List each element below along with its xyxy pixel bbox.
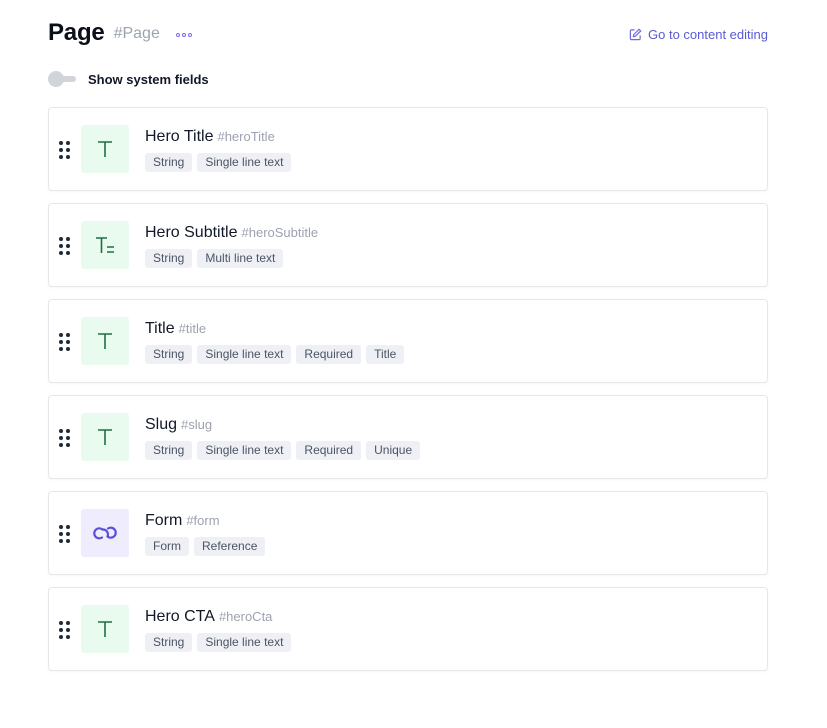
field-tag: String <box>145 441 193 460</box>
field-tags: Form Reference <box>145 537 266 556</box>
drag-handle-icon[interactable] <box>59 621 71 639</box>
field-tag: String <box>145 633 193 652</box>
field-card[interactable]: Form #form Form Reference <box>48 491 768 575</box>
edit-link-label: Go to content editing <box>648 26 768 42</box>
field-name: Title <box>145 320 175 337</box>
field-info: Form #form Form Reference <box>145 512 266 556</box>
link-icon <box>81 509 129 557</box>
field-name: Form <box>145 512 183 529</box>
field-info: Hero Title #heroTitle String Single line te… <box>145 128 292 172</box>
schema-page: Page #Page Go to content editing Show sy… <box>0 0 827 728</box>
field-api-id: #heroSubtitle <box>241 225 319 240</box>
more-horizontal-icon <box>175 32 180 37</box>
field-tag: Multi line text <box>197 249 284 268</box>
field-tag: Single line text <box>197 153 292 172</box>
drag-handle-icon[interactable] <box>59 429 71 447</box>
field-title-line: Hero Title #heroTitle <box>145 128 291 148</box>
field-tag: Form <box>145 537 189 556</box>
go-to-content-editing-link[interactable]: Go to content editing <box>629 27 768 42</box>
field-name: Hero Subtitle <box>145 224 238 241</box>
single-line-text-icon <box>81 413 129 461</box>
field-tag: String <box>145 345 193 364</box>
field-tags: String Single line text <box>145 633 292 652</box>
system-fields-label: Show system fields <box>88 71 209 87</box>
drag-handle-icon[interactable] <box>59 333 71 351</box>
drag-handle-icon[interactable] <box>59 525 71 543</box>
single-line-text-icon <box>81 605 129 653</box>
field-card[interactable]: Slug #slug String Single line text Required U… <box>48 395 768 479</box>
field-tags: String Single line text Required Title <box>145 345 405 364</box>
field-tag: Required <box>296 441 362 460</box>
field-name: Hero CTA <box>145 608 215 625</box>
field-tags: String Single line text <box>145 153 292 172</box>
page-title: Page <box>48 19 105 46</box>
field-title-line: Form #form <box>145 512 265 532</box>
field-info: Hero CTA #heroCta String Single line text <box>145 608 292 652</box>
field-tag: String <box>145 153 193 172</box>
field-tags: String Multi line text <box>145 249 318 268</box>
field-api-id: #form <box>186 513 220 528</box>
page-api-id: #Page <box>113 25 160 42</box>
field-tag: Required <box>296 345 362 364</box>
multi-line-text-icon <box>81 221 129 269</box>
field-card[interactable]: Hero CTA #heroCta String Single line text <box>48 587 768 671</box>
field-api-id: #title <box>178 321 207 336</box>
toggle-knob <box>48 71 64 87</box>
field-name: Hero Title <box>145 128 214 145</box>
field-tag: Single line text <box>197 441 292 460</box>
system-fields-toggle[interactable] <box>48 71 77 87</box>
field-title-line: Hero CTA #heroCta <box>145 608 291 628</box>
field-tag: Single line text <box>197 633 292 652</box>
drag-handle-icon[interactable] <box>59 237 71 255</box>
field-tag: Reference <box>194 537 266 556</box>
field-tag: Unique <box>366 441 421 460</box>
field-info: Slug #slug String Single line text Required U… <box>145 416 421 460</box>
edit-icon <box>629 27 642 40</box>
field-title-line: Hero Subtitle #heroSubtitle <box>145 224 318 244</box>
field-tag: String <box>145 249 193 268</box>
field-tag: Title <box>366 345 405 364</box>
field-name: Slug <box>145 416 178 433</box>
field-api-id: #heroTitle <box>217 129 275 144</box>
field-title-line: Title #title <box>145 320 404 340</box>
field-api-id: #heroCta <box>218 609 273 624</box>
system-fields-toggle-row: Show system fields <box>48 70 209 88</box>
field-info: Title #title String Single line text Require… <box>145 320 405 364</box>
field-card[interactable]: Title #title String Single line text Require… <box>48 299 768 383</box>
single-line-text-icon <box>81 125 129 173</box>
drag-handle-icon[interactable] <box>59 141 71 159</box>
field-tags: String Single line text Required Unique <box>145 441 421 460</box>
page-header: Page #Page Go to content editing <box>48 16 768 50</box>
field-info: Hero Subtitle #heroSubtitle String Multi li… <box>145 224 318 268</box>
field-card[interactable]: Hero Title #heroTitle String Single line te… <box>48 107 768 191</box>
more-options-button[interactable] <box>174 31 194 39</box>
field-card[interactable]: Hero Subtitle #heroSubtitle String Multi li… <box>48 203 768 287</box>
field-title-line: Slug #slug <box>145 416 420 436</box>
single-line-text-icon <box>81 317 129 365</box>
field-api-id: #slug <box>181 417 213 432</box>
field-tag: Single line text <box>197 345 292 364</box>
